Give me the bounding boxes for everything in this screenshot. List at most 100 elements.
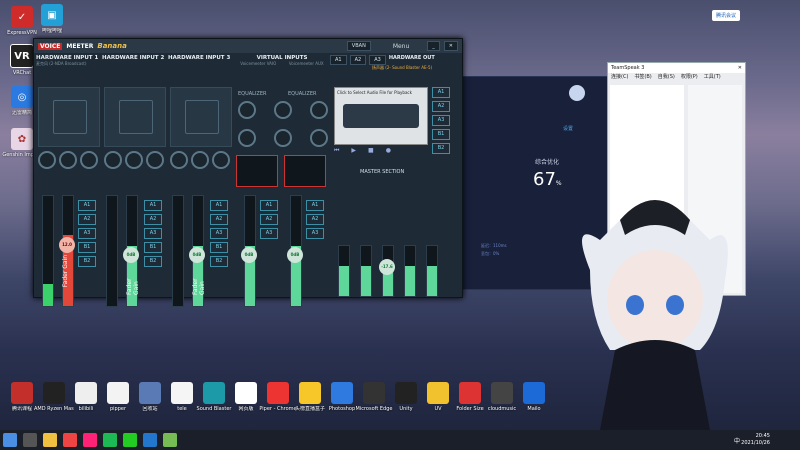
virtual-pad-1[interactable]	[236, 155, 278, 187]
master-fader-b1[interactable]	[404, 245, 416, 297]
gate-knob[interactable]	[212, 151, 231, 169]
a3-button[interactable]: A3	[369, 55, 386, 65]
taskbar: 中	[0, 430, 800, 450]
chrome-icon[interactable]	[63, 433, 77, 447]
eq-knob[interactable]	[310, 101, 328, 119]
stop-icon[interactable]: ■	[368, 147, 374, 155]
intellipan-pad[interactable]	[38, 87, 100, 147]
master-fader-b2[interactable]	[426, 245, 438, 297]
shortcut-icon	[171, 382, 193, 404]
rewind-icon[interactable]: ⏮	[334, 147, 339, 155]
eq-knob[interactable]	[274, 101, 292, 119]
menu-connect[interactable]: 连接(C)	[611, 73, 628, 82]
gate-knob[interactable]	[80, 151, 99, 169]
level-meter	[172, 195, 184, 307]
latency-stat: 延迟：110ms	[481, 243, 507, 248]
avatar	[569, 85, 585, 101]
close-button[interactable]: ✕	[443, 41, 458, 51]
eq-knob[interactable]	[238, 101, 256, 119]
start-icon[interactable]	[3, 433, 17, 447]
eq-knob[interactable]	[238, 129, 256, 147]
virtual-fader-1-cap[interactable]: 0dB	[241, 247, 257, 263]
minimize-button[interactable]: _	[427, 41, 440, 51]
eq-knob[interactable]	[310, 129, 328, 147]
spotify-icon[interactable]	[103, 433, 117, 447]
hardware-input-2-strip: HARDWARE INPUT 2 0dB Fader Gain A1 A2 A3 B1…	[102, 55, 166, 307]
shortcut-icon	[459, 382, 481, 404]
menu-tools[interactable]: 工具(T)	[704, 73, 721, 82]
hardware-input-3-strip: HARDWARE INPUT 3 0dB Fader Gain A1 A2 A3 B1…	[168, 55, 232, 307]
vtuber-avatar	[582, 200, 728, 430]
master-a3-cap[interactable]: -17.6	[379, 259, 395, 275]
master-fader-a2[interactable]	[360, 245, 372, 297]
shortcut-icon	[43, 382, 65, 404]
comp-knob[interactable]	[37, 151, 56, 169]
shortcut-icon	[299, 382, 321, 404]
intellipan-pad[interactable]	[104, 87, 166, 147]
voicemeeter-window[interactable]: VOICE MEETER Banana VBAN Menu _ ✕ HARDWA…	[33, 38, 463, 307]
firefox-icon[interactable]	[83, 433, 97, 447]
comp-knob[interactable]	[103, 151, 122, 169]
fader-3-cap[interactable]: 0dB	[189, 247, 205, 263]
fader-1-cap[interactable]: 12.0	[59, 237, 75, 253]
qq-icon[interactable]	[143, 433, 157, 447]
shortcut-icon	[203, 382, 225, 404]
settings-link[interactable]: 设置	[563, 125, 573, 132]
teamspeak-titlebar[interactable]: TeamSpeak 3 ✕	[608, 63, 745, 73]
shortcut-icon	[427, 382, 449, 404]
subbuddy-knob[interactable]	[58, 151, 77, 169]
voicemeeter-logo: VOICE	[38, 42, 63, 50]
close-icon[interactable]: ✕	[738, 65, 742, 71]
virtual-pad-2[interactable]	[284, 155, 326, 187]
menu-button[interactable]: Menu	[393, 43, 409, 50]
shortcut-icon	[395, 382, 417, 404]
virtual-inputs-strip: VIRTUAL INPUTS Voicemeeter VAIO Voicemeet…	[234, 55, 330, 307]
menu-permissions[interactable]: 权限(P)	[681, 73, 698, 82]
optimize-label: 综合优化	[535, 159, 560, 166]
shortcut-icon	[139, 382, 161, 404]
master-fader-a1[interactable]	[338, 245, 350, 297]
banana-label: Banana	[97, 42, 127, 50]
shortcut-icon	[363, 382, 385, 404]
menu-bookmarks[interactable]: 书签(B)	[634, 73, 651, 82]
app-icon[interactable]	[163, 433, 177, 447]
search-icon[interactable]	[23, 433, 37, 447]
taskbar-clock[interactable]: 20:45 2021/10/26	[741, 433, 770, 447]
menu-self[interactable]: 自我(S)	[658, 73, 675, 82]
desktop-shortcut[interactable]: Mailo	[516, 382, 552, 412]
fader-2-cap[interactable]: 0dB	[123, 247, 139, 263]
wechat-icon[interactable]	[123, 433, 137, 447]
shortcut-icon	[235, 382, 257, 404]
voicemeeter-titlebar[interactable]: VOICE MEETER Banana VBAN Menu _ ✕	[34, 39, 462, 53]
level-meter	[106, 195, 118, 307]
optimize-percent: 67%	[533, 169, 562, 190]
comp-knob[interactable]	[169, 151, 188, 169]
shortcut-icon	[523, 382, 545, 404]
hardware-input-1-strip: HARDWARE INPUT 1 麦克风 (2-NDA Broadcast) 1…	[36, 55, 100, 307]
intellipan-pad[interactable]	[170, 87, 232, 147]
shortcut-icon	[331, 382, 353, 404]
shortcut-icon	[11, 382, 33, 404]
loss-stat: 丢包：0%	[481, 251, 500, 256]
subbuddy-knob[interactable]	[124, 151, 143, 169]
virtual-fader-2-cap[interactable]: 0dB	[287, 247, 303, 263]
eq-knob[interactable]	[274, 129, 292, 147]
record-icon[interactable]: ●	[386, 147, 391, 155]
level-meter	[42, 195, 54, 307]
a1-button[interactable]: A1	[330, 55, 347, 65]
shortcut-icon	[75, 382, 97, 404]
tape-player[interactable]: Click to Select Audio File for Playback	[334, 87, 428, 145]
shortcut-icon	[267, 382, 289, 404]
play-icon[interactable]: ▶	[351, 147, 356, 155]
hardware-out-section: A1 A2 A3 HARDWARE OUT 扬声器 (2- Sound Blaste…	[330, 55, 460, 297]
ime-indicator[interactable]: 中	[734, 436, 740, 445]
vban-button[interactable]: VBAN	[346, 41, 371, 51]
subbuddy-knob[interactable]	[190, 151, 209, 169]
gate-knob[interactable]	[146, 151, 165, 169]
shortcut-icon	[107, 382, 129, 404]
a2-button[interactable]: A2	[349, 55, 367, 65]
qq-meeting-badge[interactable]: 腾讯会议	[712, 10, 741, 21]
shortcut-icon	[491, 382, 513, 404]
bilibili-icon[interactable]: ▣ 哔哩哔哩	[34, 4, 70, 34]
explorer-icon[interactable]	[43, 433, 57, 447]
